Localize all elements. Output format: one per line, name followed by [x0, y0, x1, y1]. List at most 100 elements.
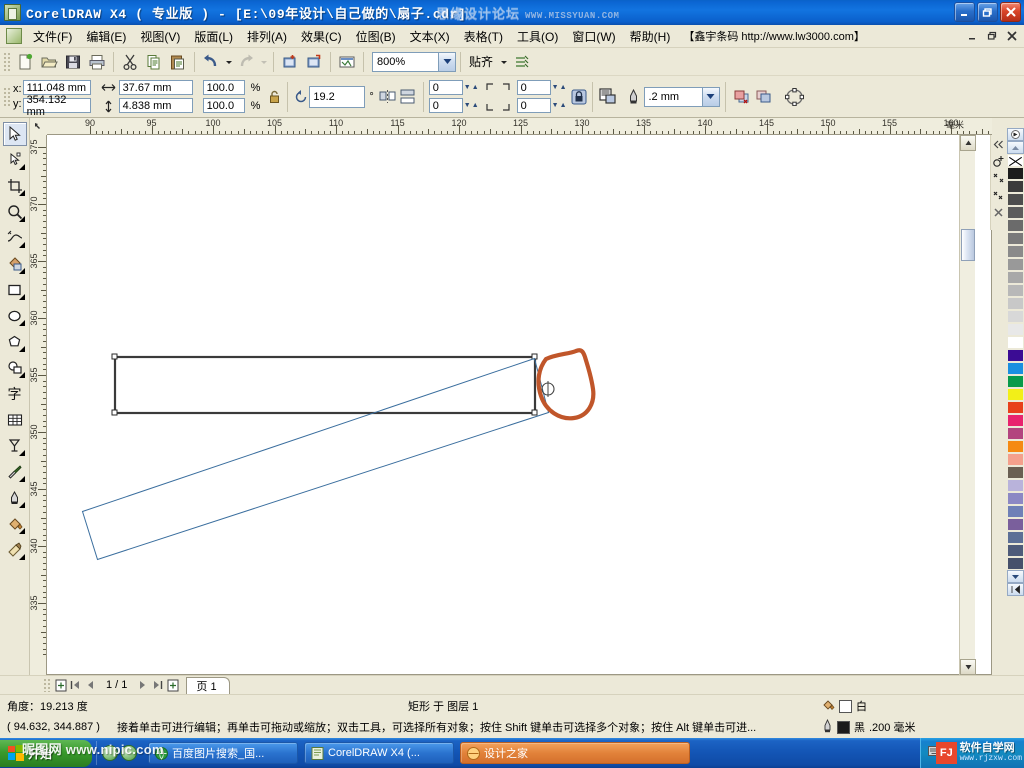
color-swatch[interactable] — [1007, 193, 1024, 206]
mdi-restore-button[interactable] — [984, 28, 1000, 43]
polygon-tool[interactable] — [3, 330, 27, 354]
color-swatch[interactable] — [1007, 206, 1024, 219]
menu-item-barcode-plugin[interactable]: 【鑫宇条码 http://www.lw3000.com】 — [677, 25, 871, 47]
import-icon[interactable] — [278, 50, 302, 74]
color-swatch[interactable] — [1007, 349, 1024, 362]
scale-vertical-input[interactable]: 100.0 — [203, 98, 245, 113]
color-swatch[interactable] — [1007, 479, 1024, 492]
last-page-button[interactable] — [150, 678, 165, 693]
mdi-close-button[interactable] — [1004, 28, 1020, 43]
vertical-scrollbar[interactable] — [959, 135, 975, 675]
color-swatch[interactable] — [1007, 297, 1024, 310]
flyout-arrow-icon[interactable] — [19, 450, 25, 456]
rectangle-tool[interactable] — [3, 278, 27, 302]
flyout-arrow-icon[interactable] — [19, 216, 25, 222]
rectangle-object[interactable] — [115, 357, 535, 413]
flyout-arrow-icon[interactable] — [19, 320, 25, 326]
spin-down-icon[interactable]: ▼ — [464, 84, 471, 91]
menu-item-window[interactable]: 窗口(W) — [565, 25, 622, 48]
spin-up-icon[interactable]: ▲ — [560, 84, 567, 91]
to-front-icon[interactable] — [731, 89, 753, 105]
outline-color-swatch[interactable] — [837, 721, 850, 734]
text-tool[interactable]: 字 — [3, 382, 27, 406]
minimize-button[interactable] — [954, 2, 975, 22]
next-page-button[interactable] — [135, 678, 150, 693]
undo-dropdown-icon[interactable] — [223, 50, 234, 74]
snap-label[interactable]: 贴齐 — [465, 53, 497, 70]
object-manager-icon[interactable] — [992, 171, 1006, 185]
shape-tool[interactable] — [3, 148, 27, 172]
freehand-tool[interactable] — [3, 226, 27, 250]
flyout-arrow-icon[interactable] — [19, 554, 25, 560]
basic-shapes-tool[interactable] — [3, 356, 27, 380]
page-bar-gripper[interactable] — [43, 678, 50, 692]
corner-top-right-input[interactable]: 0 — [517, 80, 551, 95]
fill-tool[interactable] — [3, 512, 27, 536]
flyout-arrow-icon[interactable] — [19, 476, 25, 482]
flyout-arrow-icon[interactable] — [19, 242, 25, 248]
color-swatch[interactable] — [1007, 544, 1024, 557]
color-swatch[interactable] — [1007, 245, 1024, 258]
taskbar-item-baidu[interactable]: 百度图片搜索_国... — [148, 742, 298, 764]
rotation-angle-input[interactable]: 19.2 — [309, 86, 365, 108]
menu-item-help[interactable]: 帮助(H) — [623, 25, 678, 48]
add-page-start-button[interactable] — [53, 678, 68, 693]
fill-color-swatch[interactable] — [839, 700, 852, 713]
flyout-arrow-icon[interactable] — [19, 164, 25, 170]
menu-item-arrange[interactable]: 排列(A) — [240, 25, 294, 48]
mdi-minimize-button[interactable] — [964, 28, 980, 43]
toolbar-gripper[interactable] — [3, 52, 10, 72]
color-swatch[interactable] — [1007, 232, 1024, 245]
color-palette[interactable] — [1006, 128, 1024, 732]
export-icon[interactable] — [302, 50, 326, 74]
add-page-end-button[interactable] — [165, 678, 180, 693]
color-swatch[interactable] — [1007, 219, 1024, 232]
previous-page-button[interactable] — [83, 678, 98, 693]
color-swatch[interactable] — [1007, 180, 1024, 193]
menu-item-file[interactable]: 文件(F) — [26, 25, 79, 48]
page-tab-1[interactable]: 页 1 — [186, 677, 229, 694]
vertical-scroll-thumb[interactable] — [961, 229, 975, 261]
object-width-input[interactable]: 37.67 mm — [119, 80, 193, 95]
menu-item-text[interactable]: 文本(X) — [403, 25, 457, 48]
color-swatch[interactable] — [1007, 414, 1024, 427]
lock-ratio-icon[interactable] — [266, 89, 282, 105]
property-bar-gripper[interactable] — [3, 87, 10, 107]
flyout-arrow-icon[interactable] — [19, 528, 25, 534]
vertical-ruler[interactable]: 375370365360355350345340335 — [30, 135, 47, 675]
copy-icon[interactable] — [142, 50, 166, 74]
new-document-icon[interactable] — [13, 50, 37, 74]
corner-lock-icon[interactable] — [571, 89, 587, 105]
menu-item-view[interactable]: 视图(V) — [133, 25, 187, 48]
input-method-icon[interactable] — [928, 745, 942, 761]
canvas-artwork[interactable] — [47, 135, 992, 675]
pick-tool[interactable] — [3, 122, 27, 146]
color-swatch[interactable] — [1007, 453, 1024, 466]
color-swatch[interactable] — [1007, 310, 1024, 323]
spin-up-icon[interactable]: ▲ — [472, 102, 479, 109]
wireframe-icon[interactable] — [598, 89, 620, 105]
scroll-down-button[interactable] — [960, 659, 976, 675]
browser-icon[interactable] — [121, 745, 137, 761]
undo-icon[interactable] — [199, 50, 223, 74]
mirror-vertical-icon[interactable] — [398, 89, 418, 105]
horizontal-ruler[interactable]: 9095100105110115120125130135140145150155… — [30, 118, 992, 135]
save-document-icon[interactable] — [61, 50, 85, 74]
palette-menu-icon[interactable] — [1007, 128, 1024, 141]
color-swatch[interactable] — [1007, 388, 1024, 401]
dimension-tool[interactable] — [3, 434, 27, 458]
color-swatch[interactable] — [1007, 336, 1024, 349]
menu-item-edit[interactable]: 编辑(E) — [79, 25, 133, 48]
options-icon[interactable] — [510, 50, 534, 74]
color-swatch[interactable] — [1007, 167, 1024, 180]
flyout-arrow-icon[interactable] — [19, 502, 25, 508]
menu-item-effects[interactable]: 效果(C) — [294, 25, 349, 48]
spin-down-icon[interactable]: ▼ — [552, 84, 559, 91]
table-tool[interactable] — [3, 408, 27, 432]
crop-tool[interactable] — [3, 174, 27, 198]
first-page-button[interactable] — [68, 678, 83, 693]
menu-item-tools[interactable]: 工具(O) — [510, 25, 565, 48]
color-swatch[interactable] — [1007, 492, 1024, 505]
color-swatch[interactable] — [1007, 505, 1024, 518]
color-swatch[interactable] — [1007, 323, 1024, 336]
